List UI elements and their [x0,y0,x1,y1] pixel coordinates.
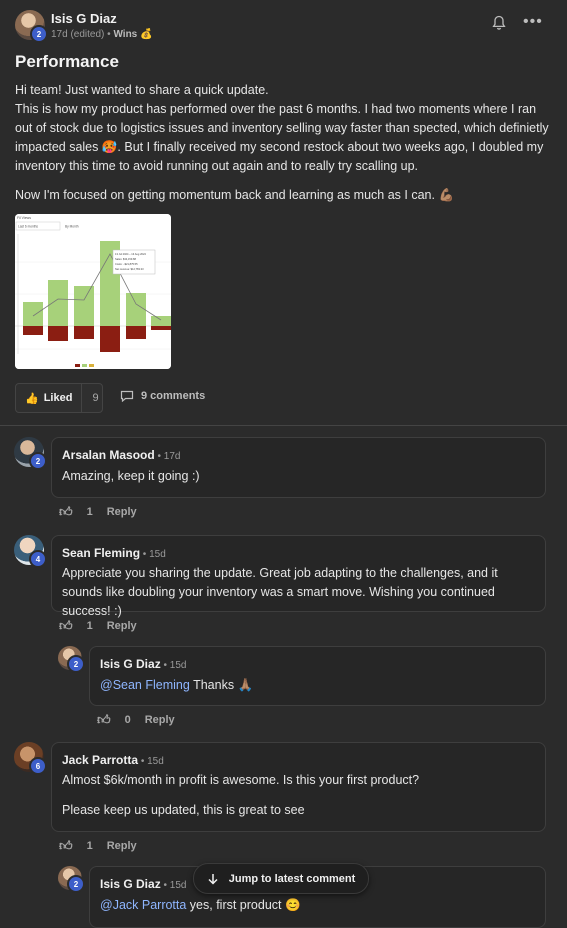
post-body: Hi team! Just wanted to share a quick up… [15,81,555,215]
commenter-avatar[interactable]: 2 [14,437,47,470]
svg-text:Sales: $34,159.88: Sales: $34,159.88 [115,257,136,261]
level-badge: 2 [67,655,85,673]
chart-bar-positive [126,293,146,326]
comment-actions: 👍︎ 1 Reply [59,618,137,634]
reply-button[interactable]: Reply [107,506,137,518]
attached-chart-image[interactable]: Fil Views Last 6 months By Month 13 Jul … [15,214,171,369]
reply-button[interactable]: Reply [107,840,137,852]
chart-bar-negative [126,326,146,339]
comment-text: Almost $6k/month in profit is awesome. I… [62,773,420,787]
comment-time: 17d [163,451,181,462]
chart-bar-positive [151,316,171,326]
level-badge: 2 [29,452,47,470]
post-card: 2 Isis G Diaz 17d (edited) • Wins 💰 ••• … [0,0,567,425]
chart-bar-positive [23,302,43,326]
chart-bar-negative [48,326,68,341]
thumbs-up-icon[interactable]: 👍︎ [59,838,73,854]
chart-thumbnail: Fil Views Last 6 months By Month 13 Jul … [15,214,171,369]
level-badge: 4 [29,550,47,568]
commenter-avatar[interactable]: 2 [58,646,85,673]
level-badge: 6 [29,757,47,775]
post-paragraph: Hi team! Just wanted to share a quick up… [15,83,549,173]
thumbs-up-icon[interactable]: 👍︎ [59,618,73,634]
reply-button[interactable]: Reply [107,620,137,632]
comment-time: 15d [147,756,164,767]
chart-bar-positive [74,286,94,326]
post-title: Performance [15,52,119,71]
arrow-down-icon [208,873,218,885]
reply-bubble: Isis G Diaz • 15d @Sean Fleming Thanks 🙏… [89,646,546,706]
comment-text: Please keep us updated, this is great to… [62,803,305,817]
chart-bar-negative [100,326,120,352]
jump-label: Jump to latest comment [228,872,356,885]
svg-text:13 Jul 2024 – 13 Aug 2024: 13 Jul 2024 – 13 Aug 2024 [115,252,146,256]
like-count: 9 [92,392,99,404]
level-badge: 2 [67,875,85,893]
comment-actions: 👍︎ 1 Reply [59,504,137,520]
commenter-avatar[interactable]: 2 [58,866,85,893]
like-button[interactable]: 👍 Liked 9 [15,383,103,413]
comment-time: 15d [169,880,187,891]
comment-author[interactable]: Isis G Diaz [100,657,161,671]
comment-like-count: 1 [86,840,93,852]
comment-bubble: Jack Parrotta • 15d Almost $6k/month in … [51,742,546,832]
chart-select: Last 6 months [18,225,38,229]
post-category[interactable]: Wins [113,29,137,40]
post-author-name[interactable]: Isis G Diaz [51,11,117,26]
post-time: 17d (edited) [51,29,105,40]
post-paragraph: Now I'm focused on getting momentum back… [15,188,455,202]
chart-select-2: By Month [65,225,79,229]
thumbs-up-icon[interactable]: 👍︎ [59,504,73,520]
level-badge: 2 [30,25,48,43]
comment-author[interactable]: Isis G Diaz [100,877,161,891]
comment-text: Thanks 🙏🏽 [189,678,254,692]
comment-time: 15d [149,549,166,560]
chart-header: Fil Views [17,216,31,220]
post-meta: 17d (edited) • Wins 💰 [51,29,153,40]
comment-text: Amazing, keep it going :) [62,469,200,483]
comment-text: yes, first product 😊 [186,898,301,912]
bell-icon[interactable] [492,15,506,35]
commenter-avatar[interactable]: 6 [14,742,47,775]
comment-actions: 👍︎ 1 Reply [59,838,137,854]
comment-text: Appreciate you sharing the update. Great… [62,566,498,618]
comment-time: 15d [169,660,187,671]
svg-text:Costs: −$21,875.55: Costs: −$21,875.55 [115,262,138,266]
thumbs-up-icon: 👍 [25,392,39,405]
jump-to-latest-button[interactable]: Jump to latest comment [193,863,369,894]
thumbs-up-icon[interactable]: 👍︎ [97,712,111,728]
commenter-avatar[interactable]: 4 [14,535,47,568]
mention-link[interactable]: @Sean Fleming [100,678,190,692]
chart-bar-negative [74,326,94,339]
comment-icon [120,390,134,402]
comment-like-count: 1 [86,620,93,632]
author-avatar[interactable]: 2 [15,10,48,43]
chart-bar-negative [151,326,171,330]
comment-actions: 👍︎ 0 Reply [97,712,175,728]
comment-bubble: Arsalan Masood • 17d Amazing, keep it go… [51,437,546,498]
comment-bubble: Sean Fleming • 15d Appreciate you sharin… [51,535,546,618]
comment-like-count: 1 [86,506,93,518]
comment-author[interactable]: Sean Fleming [62,546,140,560]
svg-text:Net revenue: $12,783.33: Net revenue: $12,783.33 [115,267,144,271]
more-icon[interactable]: ••• [523,13,543,31]
mention-link[interactable]: @Jack Parrotta [100,898,186,912]
like-label: Liked [43,392,73,404]
chart-bar-positive [48,280,68,326]
chart-bar-negative [23,326,43,335]
comments-link[interactable]: 9 comments [120,390,205,402]
category-emoji: 💰 [140,29,153,40]
comment-like-count: 0 [124,714,131,726]
comment-author[interactable]: Arsalan Masood [62,448,155,462]
reply-button[interactable]: Reply [145,714,175,726]
comment-author[interactable]: Jack Parrotta [62,753,138,767]
divider [0,425,567,426]
comments-count: 9 comments [141,390,206,402]
